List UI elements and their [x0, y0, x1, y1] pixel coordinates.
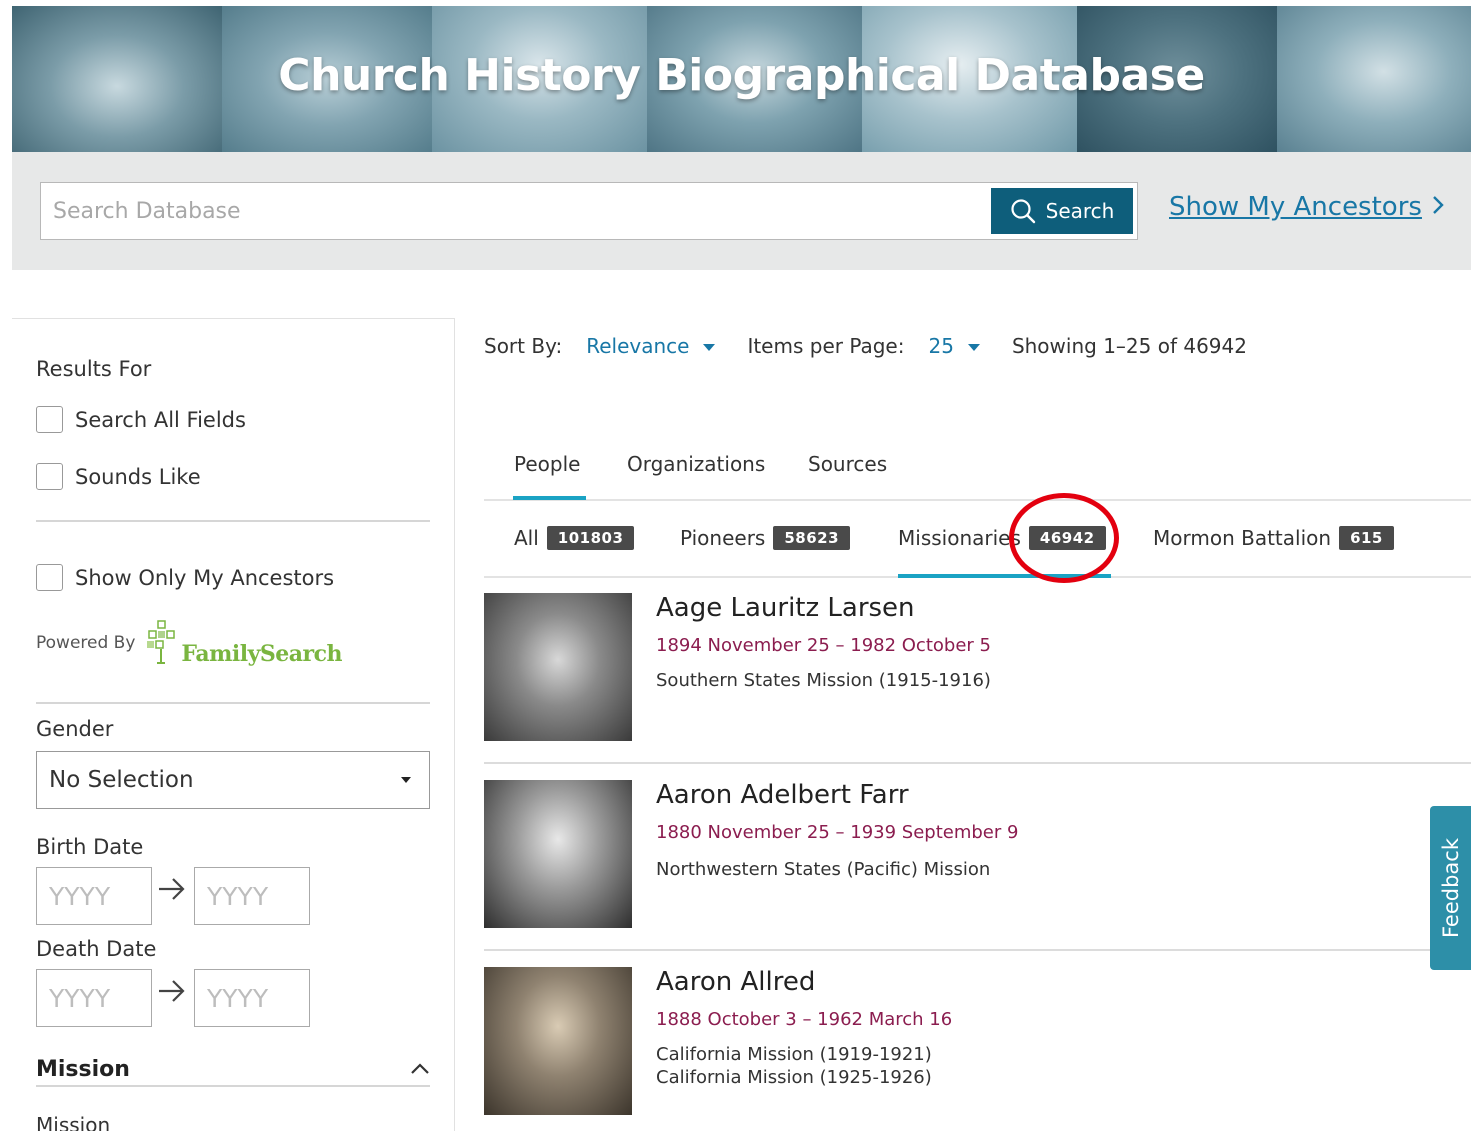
result-item[interactable]: Aage Lauritz Larsen 1894 November 25 – 1…: [484, 593, 1471, 778]
results-for-heading: Results For: [36, 357, 152, 381]
person-mission: Southern States Mission (1915-1916): [656, 669, 991, 692]
count-badge: 615: [1339, 526, 1394, 550]
person-name[interactable]: Aage Lauritz Larsen: [656, 593, 915, 623]
show-only-ancestors-checkbox[interactable]: [36, 564, 63, 591]
page-title: Church History Biographical Database: [278, 50, 1205, 101]
tab-sources[interactable]: Sources: [808, 452, 887, 476]
birth-date-to-input[interactable]: [194, 867, 310, 925]
birth-date-label: Birth Date: [36, 835, 144, 859]
subtab-label: Mormon Battalion: [1153, 526, 1332, 550]
search-icon: [1011, 199, 1035, 224]
chevron-right-icon: [1432, 192, 1444, 222]
person-mission: Northwestern States (Pacific) Mission: [656, 858, 990, 881]
mission-field-label: Mission: [36, 1113, 111, 1131]
divider: [36, 520, 430, 522]
person-photo[interactable]: [484, 593, 632, 741]
items-per-page-dropdown[interactable]: 25: [928, 334, 980, 358]
familysearch-tree-icon: [147, 620, 176, 664]
search-button-label: Search: [1045, 199, 1115, 223]
count-badge: 58623: [773, 526, 851, 550]
person-photo[interactable]: [484, 780, 632, 928]
person-photo[interactable]: [484, 967, 632, 1115]
person-name[interactable]: Aaron Adelbert Farr: [656, 780, 909, 810]
subtab-label: Pioneers: [680, 526, 766, 550]
search-input[interactable]: [41, 183, 986, 239]
show-my-ancestors-label: Show My Ancestors: [1169, 192, 1422, 222]
gender-select-value: No Selection: [49, 767, 194, 793]
caret-down-icon: [967, 344, 980, 351]
filter-sidebar: Results For Search All Fields Sounds Lik…: [12, 318, 455, 1131]
search-all-fields-checkbox[interactable]: [36, 406, 63, 433]
person-dates: 1888 October 3 – 1962 March 16: [656, 1009, 953, 1030]
results-count: Showing 1–25 of 46942: [1011, 334, 1247, 358]
feedback-label: Feedback: [1438, 837, 1463, 939]
count-badge: 101803: [546, 526, 635, 550]
mission-line: Northwestern States (Pacific) Mission: [656, 859, 991, 880]
result-item[interactable]: Aaron Adelbert Farr 1880 November 25 – 1…: [484, 780, 1471, 965]
subtab-label: Missionaries: [898, 526, 1021, 550]
arrow-right-icon: [157, 876, 187, 909]
show-only-ancestors-label: Show Only My Ancestors: [75, 565, 335, 590]
gender-label: Gender: [36, 717, 114, 741]
search-bar-area: Search Show My Ancestors: [12, 152, 1471, 270]
divider: [484, 762, 1471, 764]
category-tabs: All 101803 Pioneers 58623 Missionaries 4…: [484, 502, 1471, 578]
subtab-all[interactable]: All 101803: [514, 526, 635, 550]
active-tab-indicator: [513, 496, 586, 500]
result-type-tabs: People Organizations Sources: [484, 440, 1471, 501]
person-name[interactable]: Aaron Allred: [656, 967, 815, 997]
tab-people[interactable]: People: [514, 452, 580, 476]
sort-by-label: Sort By:: [484, 334, 563, 358]
search-button[interactable]: Search: [991, 188, 1133, 234]
subtab-label: All: [514, 526, 539, 550]
person-dates: 1880 November 25 – 1939 September 9: [656, 822, 1019, 843]
feedback-button[interactable]: Feedback: [1430, 806, 1471, 970]
subtab-mormon-battalion[interactable]: Mormon Battalion 615: [1153, 526, 1394, 550]
search-all-fields-option[interactable]: Search All Fields: [36, 406, 246, 433]
sounds-like-option[interactable]: Sounds Like: [36, 463, 201, 490]
arrow-right-icon: [157, 978, 187, 1011]
chevron-up-icon: [410, 1060, 430, 1079]
show-my-ancestors-link[interactable]: Show My Ancestors: [1169, 192, 1444, 222]
powered-by-label: Powered By: [36, 633, 136, 653]
mission-line: Southern States Mission (1915-1916): [656, 670, 991, 691]
mission-line: California Mission (1925-1926): [656, 1067, 932, 1088]
subtab-pioneers[interactable]: Pioneers 58623: [680, 526, 851, 550]
mission-line: California Mission (1919-1921): [656, 1044, 932, 1065]
show-only-ancestors-option[interactable]: Show Only My Ancestors: [36, 564, 334, 591]
divider: [36, 702, 430, 704]
caret-down-icon: [401, 777, 411, 783]
sort-by-dropdown[interactable]: Relevance: [586, 334, 716, 358]
result-item[interactable]: Aaron Allred 1888 October 3 – 1962 March…: [484, 967, 1471, 1131]
death-date-to-input[interactable]: [194, 969, 310, 1027]
tab-organizations[interactable]: Organizations: [627, 452, 765, 476]
birth-date-from-input[interactable]: [36, 867, 152, 925]
person-dates: 1894 November 25 – 1982 October 5: [656, 635, 991, 656]
death-date-from-input[interactable]: [36, 969, 152, 1027]
header-banner: Church History Biographical Database: [12, 6, 1471, 152]
powered-by-familysearch: Powered By FamilySearch: [36, 619, 342, 667]
sort-bar: Sort By: Relevance Items per Page: 25 Sh…: [484, 334, 1247, 358]
caret-down-icon: [703, 344, 716, 351]
person-mission: California Mission (1919-1921) Californi…: [656, 1043, 932, 1089]
search-all-fields-label: Search All Fields: [75, 407, 246, 432]
items-per-page-value: 25: [928, 334, 954, 358]
sounds-like-label: Sounds Like: [75, 464, 201, 489]
highlight-circle-annotation: [1009, 493, 1119, 583]
sort-by-value: Relevance: [586, 334, 690, 358]
divider: [484, 949, 1471, 951]
familysearch-logo-text: FamilySearch: [181, 641, 342, 667]
gender-select[interactable]: No Selection: [36, 751, 430, 809]
sounds-like-checkbox[interactable]: [36, 463, 63, 490]
items-per-page-label: Items per Page:: [747, 334, 905, 358]
search-box: Search: [40, 182, 1138, 240]
familysearch-logo[interactable]: FamilySearch: [145, 619, 342, 667]
mission-heading: Mission: [36, 1056, 130, 1082]
mission-section-toggle[interactable]: Mission: [36, 1053, 430, 1087]
death-date-label: Death Date: [36, 937, 157, 961]
